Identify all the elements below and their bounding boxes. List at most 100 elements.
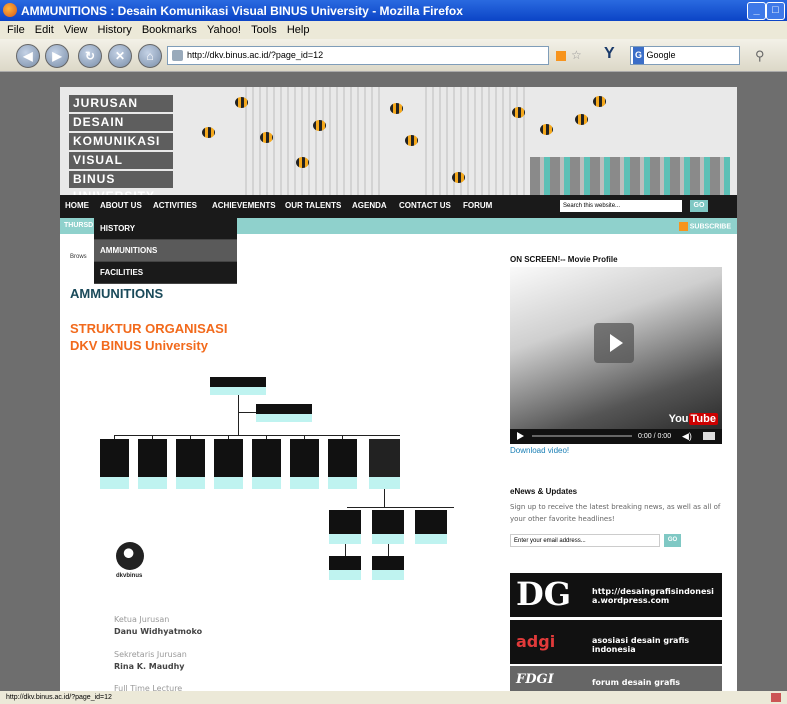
rss-feed-icon[interactable] — [556, 51, 566, 61]
breadcrumb: Brows — [70, 254, 87, 260]
download-video-link[interactable]: Download video! — [510, 446, 569, 455]
logo-line: VISUAL — [69, 152, 173, 169]
department-logo[interactable]: JURUSAN DESAIN KOMUNIKASI VISUAL BINUS U… — [69, 95, 173, 195]
site-search-button[interactable]: GO — [690, 200, 708, 212]
bee-icon — [540, 124, 553, 135]
dropdown-facilities[interactable]: FACILITIES — [94, 262, 237, 284]
play-button[interactable] — [594, 323, 634, 363]
search-icon[interactable]: ⚲ — [755, 48, 765, 64]
nav-agenda[interactable]: AGENDA — [352, 201, 387, 210]
ad-text: forum desain grafis — [592, 678, 681, 687]
video-seek-bar[interactable] — [532, 435, 632, 437]
org-box — [290, 439, 319, 489]
nav-our-talents[interactable]: OUR TALENTS — [285, 201, 341, 210]
logo-line: JURUSAN — [69, 95, 173, 112]
nav-contact-us[interactable]: CONTACT US — [399, 201, 451, 210]
menu-history[interactable]: History — [98, 24, 132, 36]
maximize-button[interactable]: □ — [766, 2, 785, 20]
video-player[interactable]: You Tube — [510, 267, 722, 429]
subscribe-link[interactable]: SUBSCRIBE — [678, 222, 731, 231]
ad-fdgi[interactable]: FDGI forum desain grafis — [510, 666, 722, 691]
menu-view[interactable]: View — [64, 24, 88, 36]
status-bar: http://dkv.binus.ac.id/?page_id=12 — [0, 691, 787, 704]
bookmark-star-icon[interactable]: ☆ — [571, 48, 582, 62]
site-favicon — [172, 50, 183, 62]
home-icon[interactable]: ⌂ — [138, 44, 162, 68]
rss-icon — [678, 222, 688, 231]
nav-home[interactable]: HOME — [65, 201, 89, 210]
dropdown-ammunitions[interactable]: AMMUNITIONS — [94, 240, 237, 262]
google-icon: G — [633, 47, 645, 64]
org-box — [210, 377, 266, 395]
navigation-toolbar: ◀ ▶ ↻ ✕ ⌂ http://dkv.binus.ac.id/?page_i… — [0, 39, 787, 72]
ad-text: asosiasi desain grafis indonesia — [592, 636, 690, 654]
org-box — [252, 439, 281, 489]
video-controls: 0:00 / 0:00 ◀) — [510, 429, 722, 444]
nav-activities[interactable]: ACTIVITIES — [153, 201, 197, 210]
nav-about-us[interactable]: ABOUT US — [100, 201, 142, 210]
video-time: 0:00 / 0:00 — [638, 433, 672, 440]
forward-icon[interactable]: ▶ — [45, 44, 69, 68]
org-box — [329, 556, 361, 580]
minimize-button[interactable]: _ — [747, 2, 766, 20]
org-title-line: STRUKTUR ORGANISASI — [70, 321, 228, 336]
logo-line: DESAIN — [69, 114, 173, 131]
dkvbinus-logo-text: dkvbinus — [116, 573, 143, 579]
bee-icon — [390, 103, 403, 114]
enews-heading: eNews & Updates — [510, 487, 578, 496]
org-connector — [114, 435, 400, 436]
volume-icon[interactable]: ◀) — [682, 431, 692, 442]
fullscreen-icon[interactable] — [703, 432, 715, 440]
ad-adgi[interactable]: adgi asosiasi desain grafis indonesia — [510, 620, 722, 664]
menu-bookmarks[interactable]: Bookmarks — [142, 24, 197, 36]
email-submit-button[interactable]: GO — [664, 534, 681, 547]
bee-icon — [405, 135, 418, 146]
staff-entry: Sekretaris Jurusan Rina K. Maudhy — [114, 650, 187, 671]
ad-mark: FDGI — [516, 672, 554, 687]
about-us-dropdown: HISTORY AMMUNITIONS FACILITIES — [94, 218, 237, 284]
email-input[interactable]: Enter your email address... — [510, 534, 660, 547]
org-title-line: DKV BINUS University — [70, 338, 208, 353]
stop-icon[interactable]: ✕ — [108, 44, 132, 68]
url-bar[interactable]: http://dkv.binus.ac.id/?page_id=12 — [167, 46, 549, 65]
org-box — [138, 439, 167, 489]
yahoo-icon[interactable]: Y — [604, 45, 615, 63]
date-text: THURSD — [64, 222, 94, 229]
menu-file[interactable]: File — [7, 24, 25, 36]
menu-tools[interactable]: Tools — [251, 24, 277, 36]
dropdown-history[interactable]: HISTORY — [94, 218, 237, 240]
status-text: http://dkv.binus.ac.id/?page_id=12 — [6, 694, 112, 701]
staff-role: Sekretaris Jurusan — [114, 650, 187, 659]
bee-icon — [313, 120, 326, 131]
org-box — [372, 556, 404, 580]
firefox-icon — [3, 3, 17, 17]
play-icon[interactable] — [517, 432, 524, 440]
back-icon[interactable]: ◀ — [16, 44, 40, 68]
banner-pattern — [420, 87, 530, 195]
play-icon — [610, 334, 623, 352]
org-box — [214, 439, 243, 489]
site-navigation: HOME ABOUT US ACTIVITIES ACHIEVEMENTS OU… — [60, 195, 737, 218]
site-search-input[interactable]: Search this website... — [560, 200, 682, 212]
bee-icon — [202, 127, 215, 138]
nav-forum[interactable]: FORUM — [463, 201, 492, 210]
enews-description: Sign up to receive the latest breaking n… — [510, 503, 721, 523]
org-connector — [238, 395, 239, 435]
menu-edit[interactable]: Edit — [35, 24, 54, 36]
window-title: AMMUNITIONS : Desain Komunikasi Visual B… — [21, 4, 463, 18]
bee-icon — [512, 107, 525, 118]
org-title: STRUKTUR ORGANISASI DKV BINUS University — [70, 320, 227, 354]
search-engine-box[interactable]: G Google — [630, 46, 740, 65]
org-box — [328, 439, 357, 489]
menu-yahoo[interactable]: Yahoo! — [207, 24, 241, 36]
menu-help[interactable]: Help — [287, 24, 310, 36]
reload-icon[interactable]: ↻ — [78, 44, 102, 68]
ad-text: http://desaingrafisindonesia.wordpress.c… — [592, 587, 714, 605]
ad-desaingrafis[interactable]: DG http://desaingrafisindonesia.wordpres… — [510, 573, 722, 617]
org-box — [329, 510, 361, 544]
youtube-logo[interactable]: You Tube — [669, 413, 718, 425]
nav-achievements[interactable]: ACHIEVEMENTS — [212, 201, 276, 210]
org-connector — [388, 544, 389, 556]
org-connector — [384, 489, 385, 507]
org-box — [369, 439, 400, 489]
